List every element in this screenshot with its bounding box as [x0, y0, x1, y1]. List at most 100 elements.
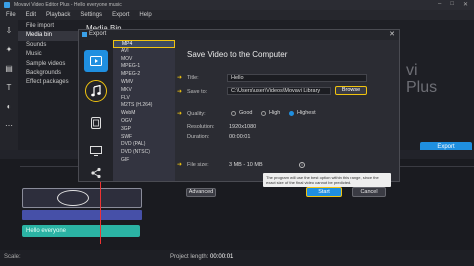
quality-highest-label: Highest: [297, 110, 316, 116]
sidebar-item-music[interactable]: Music: [18, 50, 80, 59]
radio-highest-icon: [289, 110, 294, 116]
title-input[interactable]: Hello: [227, 74, 367, 82]
quality-high-label: High: [269, 110, 281, 116]
browse-button[interactable]: Browse: [335, 86, 367, 95]
window-title: Movavi Video Editor Plus - Hello everyon…: [14, 2, 122, 8]
radio-good-icon: [231, 110, 236, 116]
menu-edit[interactable]: Edit: [26, 12, 36, 18]
video-clip-thumbnail: [57, 190, 89, 206]
format-item-dvd-ntsc[interactable]: DVD (NTSC): [113, 149, 175, 157]
save-to-input[interactable]: C:\Users\user\Videos\Movavi Library: [227, 87, 331, 95]
dialog-logo-icon: [82, 32, 87, 37]
format-item-mp4[interactable]: MP4: [113, 40, 175, 48]
info-icon[interactable]: i: [299, 162, 305, 168]
arrow-marker-file-size-icon: ➜: [177, 162, 183, 168]
format-item-wmv[interactable]: WMV: [113, 79, 175, 87]
sidebar-item-file-import[interactable]: File import: [18, 22, 80, 31]
title-bar: Movavi Video Editor Plus - Hello everyon…: [0, 0, 474, 10]
minimize-button[interactable]: –: [438, 1, 441, 8]
format-item-mov[interactable]: MOV: [113, 56, 175, 64]
format-item-mpeg1[interactable]: MPEG-1: [113, 63, 175, 71]
preview-line-1: vi: [406, 62, 418, 79]
project-length: Project length: 00:00:01: [170, 254, 233, 260]
dialog-header: Export ✕: [79, 30, 399, 40]
status-bar: Scale: Project length: 00:00:01: [0, 250, 474, 266]
sidebar: File import Media bin Sounds Music Sampl…: [18, 22, 80, 88]
quality-good-label: Good: [239, 110, 253, 116]
play-icon: [90, 56, 102, 66]
format-item-gif[interactable]: GIF: [113, 157, 175, 165]
cancel-button[interactable]: Cancel: [352, 187, 386, 197]
sidebar-item-backgrounds[interactable]: Backgrounds: [18, 69, 80, 78]
export-dialog: Export ✕ MP4 AVI MOV MPEG-1 MPEG-2 WMV M…: [78, 29, 400, 187]
menu-bar: File Edit Playback Settings Export Help: [0, 10, 474, 20]
format-item-3gp[interactable]: 3GP: [113, 126, 175, 134]
radio-high-icon: [261, 110, 266, 116]
quality-option-good[interactable]: Good: [231, 110, 252, 116]
file-size-tooltip: The program will use the best option wit…: [263, 173, 391, 187]
category-tv[interactable]: [84, 140, 108, 162]
arrow-marker-quality-icon: ➜: [177, 111, 183, 117]
start-button[interactable]: Start: [306, 187, 342, 197]
project-length-value: 00:00:01: [210, 254, 234, 260]
tool-column: ⇩ ✦ ▤ T ◐ ⋯: [0, 20, 18, 150]
quality-option-highest[interactable]: Highest: [289, 110, 316, 116]
more-tools-icon[interactable]: ⋯: [5, 121, 13, 130]
file-size-value: 3 MB - 10 MB: [229, 162, 263, 168]
menu-playback[interactable]: Playback: [46, 12, 70, 18]
export-settings-form: Save Video to the Computer ➜ Title: Hell…: [175, 40, 399, 187]
format-item-avi[interactable]: AVI: [113, 48, 175, 56]
scale-label: Scale:: [4, 254, 21, 260]
maximize-button[interactable]: □: [450, 1, 454, 8]
filters-tool-icon[interactable]: ✦: [6, 45, 13, 54]
window-controls: – □ ✕: [438, 1, 468, 8]
duration-label: Duration:: [187, 134, 210, 140]
music-clip[interactable]: Hello everyone: [22, 225, 140, 237]
sidebar-item-sounds[interactable]: Sounds: [18, 41, 80, 50]
dialog-title: Export: [89, 31, 107, 37]
resolution-value: 1920x1080: [229, 124, 257, 130]
music-note-icon: [91, 85, 101, 97]
video-clip[interactable]: [22, 188, 142, 208]
menu-export[interactable]: Export: [112, 12, 129, 18]
sidebar-item-sample-videos[interactable]: Sample videos: [18, 60, 80, 69]
menu-file[interactable]: File: [6, 12, 16, 18]
menu-help[interactable]: Help: [139, 12, 151, 18]
category-devices[interactable]: [84, 112, 108, 134]
dialog-close-button[interactable]: ✕: [389, 30, 395, 38]
menu-settings[interactable]: Settings: [80, 12, 102, 18]
format-item-swf[interactable]: SWF: [113, 134, 175, 142]
format-list: MP4 AVI MOV MPEG-1 MPEG-2 WMV MKV FLV M2…: [113, 40, 175, 181]
import-tool-icon[interactable]: ⇩: [6, 26, 13, 35]
export-heading: Save Video to the Computer: [187, 50, 288, 59]
titles-tool-icon[interactable]: T: [7, 83, 12, 92]
advanced-button[interactable]: Advanced: [186, 188, 216, 197]
format-item-mkv[interactable]: MKV: [113, 87, 175, 95]
project-length-label: Project length:: [170, 254, 209, 260]
preview-overlay-text: vi Plus: [406, 62, 437, 96]
format-item-ogv[interactable]: OGV: [113, 118, 175, 126]
format-item-webm[interactable]: WebM: [113, 110, 175, 118]
format-item-flv[interactable]: FLV: [113, 95, 175, 103]
stickers-tool-icon[interactable]: ◐: [7, 102, 12, 111]
close-window-button[interactable]: ✕: [463, 1, 468, 8]
category-video[interactable]: [84, 50, 108, 72]
sidebar-item-effect-packages[interactable]: Effect packages: [18, 78, 80, 87]
arrow-marker-title-icon: ➜: [177, 75, 183, 81]
format-item-m2ts[interactable]: M2TS (H.264): [113, 102, 175, 110]
monitor-icon: [90, 146, 102, 156]
resolution-label: Resolution:: [187, 124, 215, 130]
category-audio[interactable]: [84, 80, 108, 102]
sidebar-item-media-bin[interactable]: Media bin: [18, 31, 80, 41]
format-item-mpeg2[interactable]: MPEG-2: [113, 71, 175, 79]
category-share[interactable]: [84, 162, 108, 184]
audio-clip[interactable]: [22, 210, 142, 220]
transitions-tool-icon[interactable]: ▤: [5, 64, 13, 73]
quality-option-high[interactable]: High: [261, 110, 280, 116]
title-label: Title:: [187, 75, 199, 81]
format-item-dvd-pal[interactable]: DVD (PAL): [113, 141, 175, 149]
preview-line-2: Plus: [406, 79, 438, 96]
file-size-label: File size:: [187, 162, 209, 168]
save-to-label: Save to:: [187, 89, 208, 95]
category-audio-highlight: [85, 80, 107, 102]
